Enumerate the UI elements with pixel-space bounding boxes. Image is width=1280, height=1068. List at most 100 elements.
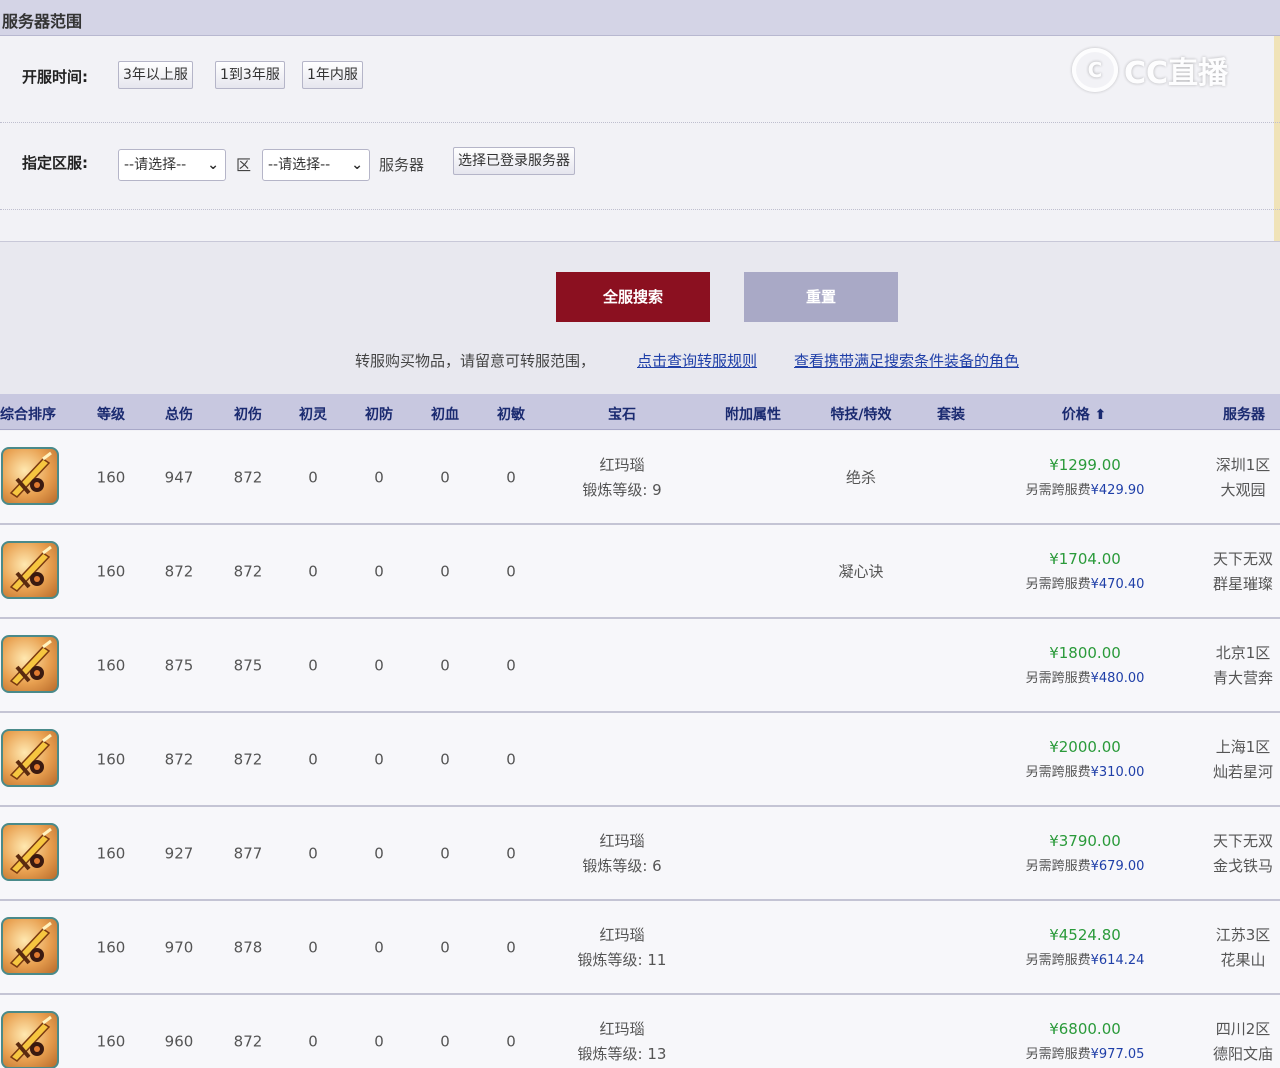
col-level[interactable]: 等级: [97, 404, 125, 424]
matching-roles-link[interactable]: 查看携带满足搜索条件装备的角色: [794, 350, 1019, 371]
cell-skill-effect: 绝杀: [845, 468, 877, 487]
cell-init-hp: 0: [440, 1032, 450, 1051]
transfer-fee-label: 另需跨服费: [1025, 577, 1091, 592]
col-init-defense[interactable]: 初防: [365, 404, 393, 424]
cell-init-damage: 872: [233, 1032, 263, 1051]
table-row[interactable]: 160 960 872 0 0 0 0 红玛瑙 锻炼等级: 13 ¥6800.00 另需跨服费¥97…: [0, 995, 1280, 1068]
cell-init-ling: 0: [308, 1032, 318, 1051]
weapon-icon[interactable]: [1, 729, 59, 787]
cell-price: ¥4524.80 另需跨服费¥614.24: [1026, 923, 1145, 973]
cell-server: 江苏3区 花果山: [1216, 923, 1271, 973]
col-server: 服务器: [1223, 407, 1265, 423]
open-time-option-under1[interactable]: 1年内服: [302, 61, 363, 89]
zone-select[interactable]: --请选择-- ⌄: [118, 149, 226, 181]
weapon-icon[interactable]: [1, 541, 59, 599]
cell-gem: 红玛瑙 锻炼等级: 11: [578, 923, 667, 973]
cell-total-damage: 927: [164, 844, 194, 863]
cell-init-defense: 0: [374, 844, 384, 863]
cell-init-hp: 0: [440, 562, 450, 581]
col-init-ling[interactable]: 初灵: [299, 404, 327, 424]
price-value: ¥4524.80: [1049, 926, 1121, 944]
cell-init-damage: 875: [233, 656, 263, 675]
reset-button[interactable]: 重置: [744, 272, 898, 322]
price-value: ¥1704.00: [1049, 550, 1121, 568]
server-region: 四川2区: [1215, 1020, 1271, 1038]
cell-level: 160: [96, 750, 126, 769]
server-name: 花果山: [1220, 951, 1266, 969]
cell-gem: 红玛瑙 锻炼等级: 9: [582, 453, 661, 503]
table-row[interactable]: 160 875 875 0 0 0 0 ¥1800.00 另需跨服费¥480.00 北京1区 青大营…: [0, 619, 1280, 713]
search-all-button[interactable]: 全服搜索: [556, 272, 710, 322]
table-row[interactable]: 160 947 872 0 0 0 0 绝杀 红玛瑙 锻炼等级: 9 ¥1299.00 另需跨服费¥4…: [0, 431, 1280, 525]
col-init-agility[interactable]: 初敏: [497, 404, 525, 424]
cell-init-defense: 0: [374, 1032, 384, 1051]
weapon-icon[interactable]: [1, 823, 59, 881]
col-init-damage[interactable]: 初伤: [234, 404, 262, 424]
transfer-fee-value: ¥310.00: [1090, 765, 1145, 780]
transfer-fee-value: ¥429.90: [1090, 483, 1145, 498]
cell-level: 160: [96, 1032, 126, 1051]
price-value: ¥1800.00: [1049, 644, 1121, 662]
open-time-option-3plus[interactable]: 3年以上服: [118, 61, 193, 89]
transfer-fee: 另需跨服费¥679.00: [1026, 854, 1145, 879]
cell-gem: 红玛瑙 锻炼等级: 6: [582, 829, 661, 879]
zone-select-value: --请选择--: [124, 157, 187, 173]
weapon-icon[interactable]: [1, 447, 59, 505]
cell-init-defense: 0: [374, 656, 384, 675]
transfer-fee-label: 另需跨服费: [1025, 953, 1091, 968]
transfer-fee-value: ¥470.40: [1090, 577, 1145, 592]
cc-logo-text: CC直播: [1124, 56, 1229, 91]
table-row[interactable]: 160 970 878 0 0 0 0 红玛瑙 锻炼等级: 11 ¥4524.80 另需跨服费¥61…: [0, 901, 1280, 995]
cell-init-agility: 0: [506, 750, 516, 769]
server-name: 大观园: [1220, 481, 1266, 499]
cell-server: 深圳1区大观园: [1216, 453, 1271, 503]
table-row[interactable]: 160 872 872 0 0 0 0 ¥2000.00 另需跨服费¥310.00 上海1区 灿若星…: [0, 713, 1280, 807]
cc-logo-icon: C: [1072, 48, 1118, 92]
cell-level: 160: [96, 562, 126, 581]
cell-init-ling: 0: [308, 938, 318, 957]
server-region: 深圳1区: [1215, 456, 1271, 474]
cell-server: 四川2区 德阳文庙: [1213, 1017, 1273, 1067]
cell-init-ling: 0: [308, 468, 318, 487]
cell-init-ling: 0: [308, 750, 318, 769]
cell-init-hp: 0: [440, 656, 450, 675]
server-select[interactable]: --请选择-- ⌄: [262, 149, 370, 181]
table-row[interactable]: 160 927 877 0 0 0 0 红玛瑙 锻炼等级: 6 ¥3790.00 另需跨服费¥679…: [0, 807, 1280, 901]
transfer-fee-label: 另需跨服费: [1025, 1047, 1091, 1062]
transfer-notice: 转服购买物品，请留意可转服范围，: [355, 352, 596, 370]
choose-logged-server-button[interactable]: 选择已登录服务器: [453, 147, 575, 175]
transfer-fee: 另需跨服费¥480.00: [1026, 666, 1145, 691]
weapon-icon[interactable]: [1, 917, 59, 975]
gem-name: 红玛瑙: [599, 926, 645, 944]
cell-init-damage: 878: [233, 938, 263, 957]
transfer-rules-link[interactable]: 点击查询转服规则: [637, 350, 757, 371]
cell-init-agility: 0: [506, 468, 516, 487]
cell-init-hp: 0: [440, 750, 450, 769]
cell-price: ¥1299.00 另需跨服费¥429.90: [1026, 453, 1145, 503]
weapon-icon[interactable]: [1, 635, 59, 693]
transfer-fee-label: 另需跨服费: [1025, 483, 1091, 498]
cell-init-defense: 0: [374, 938, 384, 957]
col-price[interactable]: 价格 ⬆: [1062, 404, 1107, 424]
server-unit-label: 服务器: [379, 156, 425, 174]
cell-price: ¥3790.00 另需跨服费¥679.00: [1026, 829, 1145, 879]
col-init-hp[interactable]: 初血: [431, 404, 459, 424]
open-time-option-1to3[interactable]: 1到3年服: [215, 61, 285, 89]
col-total-damage[interactable]: 总伤: [165, 404, 193, 424]
weapon-icon[interactable]: [1, 1011, 59, 1068]
cell-gem: 红玛瑙 锻炼等级: 13: [578, 1017, 667, 1067]
cell-price: ¥1800.00 另需跨服费¥480.00: [1026, 641, 1145, 691]
col-sort[interactable]: 综合排序: [0, 404, 56, 424]
cell-total-damage: 875: [164, 656, 194, 675]
cell-init-agility: 0: [506, 656, 516, 675]
cell-total-damage: 872: [164, 562, 194, 581]
transfer-fee-label: 另需跨服费: [1025, 671, 1091, 686]
col-suit: 套装: [937, 407, 965, 423]
server-name: 金戈铁马: [1212, 857, 1274, 875]
transfer-fee-value: ¥614.24: [1090, 953, 1145, 968]
cell-init-agility: 0: [506, 938, 516, 957]
server-label: 指定区服:: [22, 154, 88, 172]
cell-level: 160: [96, 938, 126, 957]
table-row[interactable]: 160 872 872 0 0 0 0 凝心诀 ¥1704.00 另需跨服费¥470.40 天下无双…: [0, 525, 1280, 619]
server-filter-row: 指定区服: --请选择-- ⌄ 区 --请选择-- ⌄ 服务器 选择已登录服务器: [0, 123, 1280, 210]
